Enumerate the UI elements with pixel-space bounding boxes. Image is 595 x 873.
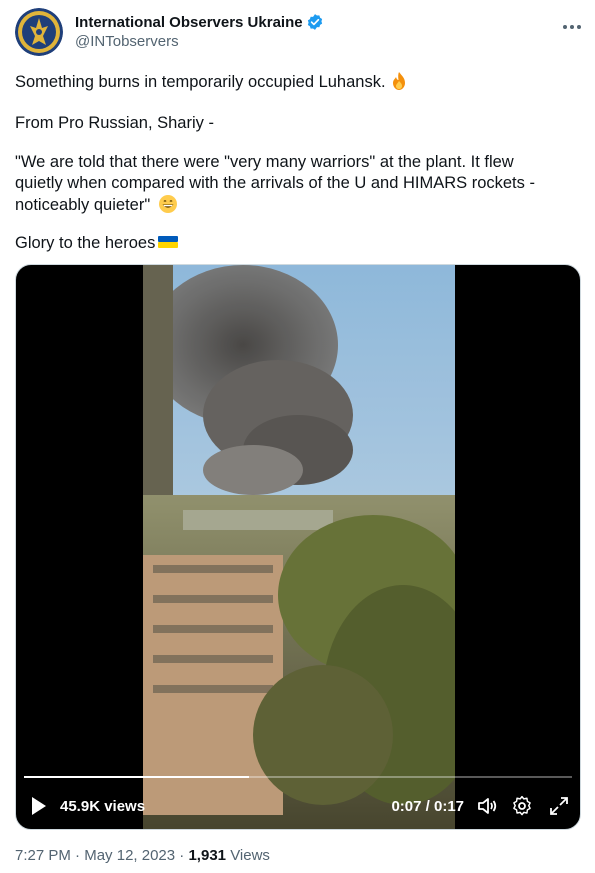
- tweet-text-line2: From Pro Russian, Shariy -: [15, 114, 214, 132]
- author-name[interactable]: International Observers Ukraine: [75, 14, 303, 31]
- footer-separator-2: ·: [179, 847, 185, 864]
- tweet-line1: Something burns in temporarily occupied …: [15, 73, 386, 91]
- tweet-footer: 7:27 PM · May 12, 2023 · 1,931 Views: [15, 847, 270, 864]
- video-timestamp: 0:07 / 0:17: [391, 798, 464, 815]
- video-still-image: [143, 265, 455, 829]
- fire-emoji: [389, 71, 409, 91]
- tweet-text-line4: Glory to the heroes: [15, 232, 179, 254]
- tweet-header: International Observers Ukraine @INTobse…: [15, 8, 585, 56]
- more-options-icon[interactable]: [561, 16, 583, 38]
- ukraine-flag-emoji: [158, 232, 179, 252]
- video-view-count: 45.9K views: [60, 798, 146, 815]
- tweet-time[interactable]: 7:27 PM: [15, 847, 71, 864]
- video-progress-bar[interactable]: [24, 776, 572, 778]
- verified-badge-icon: [306, 13, 324, 31]
- tweet-text-line1: Something burns in temporarily occupied …: [15, 71, 409, 93]
- video-player[interactable]: 45.9K views 0:07 / 0:17: [15, 264, 581, 830]
- video-progress-fill: [24, 776, 249, 778]
- fullscreen-icon[interactable]: [548, 795, 570, 817]
- tweet-date[interactable]: May 12, 2023: [84, 847, 175, 864]
- tweet-quote-line3-wrap: noticeably quieter": [15, 194, 178, 216]
- play-icon[interactable]: [30, 796, 48, 821]
- tweet-quote-line1: "We are told that there were "very many …: [15, 153, 514, 171]
- tweet-views-label: Views: [230, 847, 270, 864]
- tweet-line4: Glory to the heroes: [15, 234, 156, 252]
- tweet-quote-line3: noticeably quieter": [15, 196, 151, 214]
- author-name-row: International Observers Ukraine: [75, 13, 324, 31]
- author-handle[interactable]: @INTobservers: [75, 33, 179, 50]
- volume-icon[interactable]: [476, 795, 498, 817]
- video-controls: 45.9K views 0:07 / 0:17: [16, 789, 580, 825]
- grinning-emoji: [158, 194, 178, 214]
- author-avatar[interactable]: [15, 8, 63, 56]
- footer-separator: ·: [75, 847, 81, 864]
- tweet-view-count: 1,931: [188, 847, 227, 864]
- avatar-emblem-icon: [15, 8, 63, 56]
- settings-icon[interactable]: [511, 795, 533, 817]
- tweet-quote-line2: quietly when compared with the arrivals …: [15, 174, 535, 192]
- video-frame[interactable]: [143, 265, 455, 829]
